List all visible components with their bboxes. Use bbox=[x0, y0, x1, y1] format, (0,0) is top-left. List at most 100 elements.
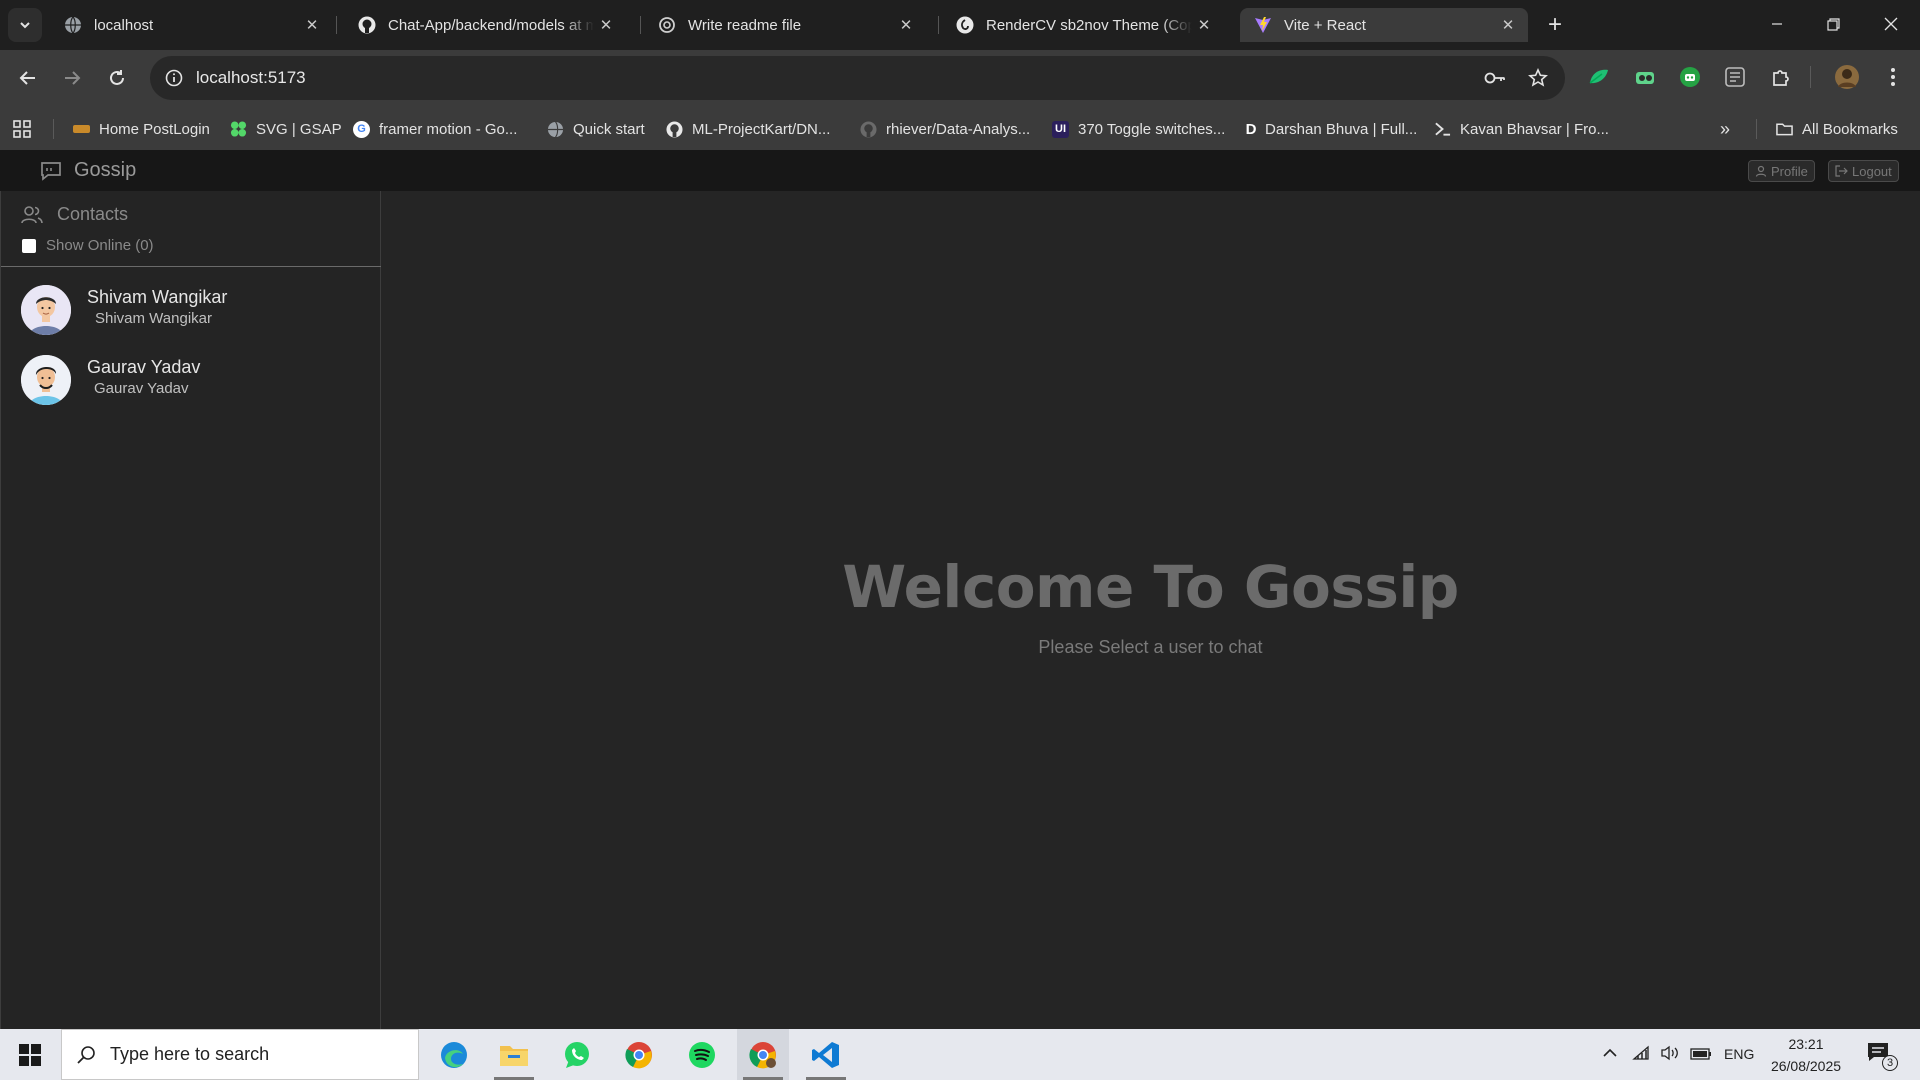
new-tab-button[interactable]: + bbox=[1540, 10, 1570, 40]
restore-button[interactable] bbox=[1810, 6, 1856, 42]
chrome-icon bbox=[749, 1041, 776, 1068]
taskbar-search-box[interactable]: Type here to search bbox=[61, 1029, 419, 1080]
bookmark-svg-gsap[interactable]: SVG | GSAP bbox=[230, 118, 342, 140]
logout-label: Logout bbox=[1852, 163, 1892, 179]
chat-area: Welcome To Gossip Please Select a user t… bbox=[381, 191, 1920, 1029]
contact-subtitle: Gaurav Yadav bbox=[94, 380, 189, 397]
gsap-icon bbox=[230, 121, 247, 138]
contact-item[interactable]: Shivam Wangikar Shivam Wangikar bbox=[1, 277, 381, 343]
taskbar-whatsapp[interactable] bbox=[551, 1029, 603, 1080]
tab-localhost[interactable]: localhost ✕ bbox=[50, 8, 332, 42]
close-icon[interactable]: ✕ bbox=[594, 13, 618, 37]
google-icon: G bbox=[353, 120, 370, 138]
show-online-toggle[interactable]: Show Online (0) bbox=[22, 237, 154, 254]
url-text: localhost:5173 bbox=[196, 68, 306, 87]
network-icon[interactable] bbox=[1632, 1045, 1650, 1066]
extension-ruler-icon[interactable] bbox=[1722, 64, 1748, 90]
close-icon[interactable]: ✕ bbox=[1496, 13, 1520, 37]
close-icon[interactable]: ✕ bbox=[300, 13, 324, 37]
notifications-button[interactable]: 3 bbox=[1866, 1041, 1898, 1071]
reload-button[interactable] bbox=[101, 62, 133, 94]
extension-robot-icon[interactable] bbox=[1677, 64, 1703, 90]
bookmark-toggle-switches[interactable]: UI 370 Toggle switches... bbox=[1052, 118, 1225, 140]
brand[interactable]: Gossip bbox=[40, 159, 136, 182]
whatsapp-icon bbox=[565, 1041, 589, 1068]
bookmark-kavan-bhavsar[interactable]: Kavan Bhavsar | Fro... bbox=[1434, 118, 1609, 140]
globe-icon bbox=[64, 16, 82, 34]
welcome-panel: Welcome To Gossip Please Select a user t… bbox=[381, 553, 1920, 658]
user-icon bbox=[1755, 165, 1767, 177]
spotify-icon bbox=[689, 1041, 715, 1068]
restore-icon bbox=[1826, 17, 1840, 31]
tab-search-button[interactable] bbox=[8, 8, 42, 42]
show-online-checkbox[interactable] bbox=[22, 238, 36, 253]
star-icon[interactable] bbox=[1526, 66, 1550, 90]
arrow-right-icon bbox=[65, 71, 81, 85]
address-bar[interactable]: localhost:5173 bbox=[150, 56, 1565, 100]
bookmark-divider bbox=[53, 119, 54, 139]
minimize-button[interactable] bbox=[1754, 6, 1800, 42]
openai-icon bbox=[658, 16, 676, 34]
tab-title: RenderCV sb2nov Theme (Copy bbox=[986, 16, 1192, 34]
tab-chat-app-github[interactable]: Chat-App/backend/models at m ✕ bbox=[344, 8, 626, 42]
close-icon[interactable]: ✕ bbox=[894, 13, 918, 37]
chevron-double-right-icon: » bbox=[1720, 118, 1731, 139]
bookmark-divider bbox=[1756, 119, 1757, 139]
close-window-button[interactable] bbox=[1868, 6, 1914, 42]
welcome-subtitle: Please Select a user to chat bbox=[1038, 637, 1263, 657]
info-icon[interactable] bbox=[162, 66, 186, 90]
extensions-puzzle-icon[interactable] bbox=[1768, 64, 1794, 90]
close-icon[interactable]: ✕ bbox=[1192, 13, 1216, 37]
extension-leaf-icon[interactable] bbox=[1586, 64, 1612, 90]
taskbar-spotify[interactable] bbox=[676, 1029, 728, 1080]
language-indicator[interactable]: ENG bbox=[1724, 1046, 1754, 1062]
taskbar-file-explorer[interactable] bbox=[488, 1029, 540, 1080]
logout-button[interactable]: Logout bbox=[1828, 160, 1899, 182]
bookmark-label: Kavan Bhavsar | Fro... bbox=[1460, 120, 1609, 138]
contacts-sidebar: Contacts Show Online (0) Shivam Wangikar… bbox=[0, 191, 381, 1029]
apps-grid-icon[interactable] bbox=[12, 118, 32, 140]
key-icon[interactable] bbox=[1483, 66, 1507, 90]
tab-write-readme[interactable]: Write readme file ✕ bbox=[644, 8, 926, 42]
show-hidden-icons-button[interactable] bbox=[1602, 1045, 1618, 1066]
chevron-up-icon bbox=[1603, 1048, 1617, 1057]
profile-avatar-icon[interactable] bbox=[1834, 64, 1860, 90]
bookmark-rhiever[interactable]: rhiever/Data-Analys... bbox=[860, 118, 1030, 140]
plus-icon: + bbox=[1547, 11, 1562, 38]
forward-button[interactable] bbox=[56, 62, 88, 94]
contact-name: Shivam Wangikar bbox=[87, 287, 228, 307]
tab-title: Vite + React bbox=[1284, 16, 1366, 34]
bookmark-quick-start[interactable]: Quick start bbox=[547, 118, 645, 140]
tab-vite-react[interactable]: Vite + React ✕ bbox=[1240, 8, 1528, 42]
browser-tab-strip: localhost ✕ Chat-App/backend/models at m… bbox=[0, 0, 1920, 50]
back-button[interactable] bbox=[12, 62, 44, 94]
contact-item[interactable]: Gaurav Yadav Gaurav Yadav bbox=[1, 347, 381, 413]
battery-icon[interactable] bbox=[1690, 1047, 1712, 1065]
uiverse-icon: UI bbox=[1052, 120, 1069, 138]
all-bookmarks-button[interactable]: All Bookmarks bbox=[1776, 118, 1898, 140]
taskbar-edge[interactable] bbox=[428, 1029, 480, 1080]
tab-rendercv[interactable]: RenderCV sb2nov Theme (Copy ✕ bbox=[942, 8, 1224, 42]
start-button[interactable] bbox=[4, 1029, 56, 1080]
more-menu-icon[interactable] bbox=[1880, 64, 1906, 90]
toolbar-divider bbox=[1810, 66, 1811, 88]
terminal-icon bbox=[1434, 121, 1451, 138]
bookmark-darshan-bhuva[interactable]: D Darshan Bhuva | Full... bbox=[1245, 118, 1418, 140]
bookmark-label: Darshan Bhuva | Full... bbox=[1265, 120, 1418, 138]
volume-icon[interactable] bbox=[1660, 1045, 1680, 1066]
clock[interactable]: 23:21 26/08/2025 bbox=[1764, 1033, 1848, 1077]
taskbar-vscode[interactable] bbox=[800, 1029, 852, 1080]
taskbar-chrome[interactable] bbox=[613, 1029, 665, 1080]
bookmark-ml-projectkart[interactable]: ML-ProjectKart/DN... bbox=[666, 118, 830, 140]
chevron-down-icon bbox=[20, 22, 30, 29]
bookmark-framer-motion[interactable]: G framer motion - Go... bbox=[353, 118, 517, 140]
extension-camera-icon[interactable] bbox=[1632, 64, 1658, 90]
search-icon bbox=[77, 1045, 95, 1064]
bookmark-home-postlogin[interactable]: Home PostLogin bbox=[73, 118, 210, 140]
taskbar-chrome-profile[interactable] bbox=[737, 1029, 789, 1080]
avatar bbox=[21, 285, 71, 335]
profile-button[interactable]: Profile bbox=[1748, 160, 1815, 182]
tab-title: Chat-App/backend/models at m bbox=[388, 16, 594, 34]
folder-icon bbox=[500, 1045, 528, 1066]
bookmarks-overflow-button[interactable]: » bbox=[1720, 118, 1730, 140]
